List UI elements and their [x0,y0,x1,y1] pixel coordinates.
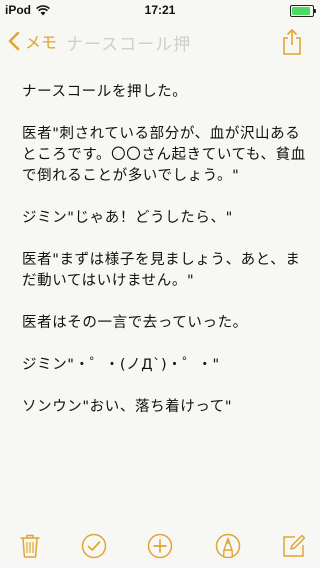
trash-icon [20,534,40,558]
note-paragraph: ソンウン"おい、落ち着けって" [22,399,233,415]
back-label: メモ [25,33,58,52]
nav-bar: ナースコール押 メモ [0,20,320,64]
status-time: 17:21 [144,3,176,17]
note-paragraph: ジミン"じゃあ！どうしたら、" [22,210,233,226]
compose-icon [283,534,306,557]
share-icon [283,29,301,55]
note-paragraph: 医者"刺されている部分が、血が沢山あるところです。〇〇さん起きていても、貧血で倒… [22,126,306,184]
share-button[interactable] [281,28,303,56]
bottom-toolbar [0,524,320,568]
delete-button[interactable] [16,532,44,560]
note-paragraph: ナースコールを押した。 [22,84,188,100]
status-bar: iPod 17:21 [0,0,320,20]
chevron-left-icon [8,31,20,51]
add-button[interactable] [146,532,174,560]
checklist-button[interactable] [80,532,108,560]
checkmark-circle-icon [81,533,107,559]
markup-pen-icon [215,533,241,559]
back-button[interactable]: メモ [8,29,57,53]
note-paragraph: 医者"まずは様子を見ましょう、あと、まだ動いてはいけません。" [22,252,301,289]
compose-button[interactable] [280,532,308,560]
plus-circle-icon [147,533,173,559]
note-body[interactable]: ナースコールを押した。 医者"刺されている部分が、血が沢山あるところです。〇〇さ… [22,82,308,439]
note-paragraph: 医者はその一言で去っていった。 [22,315,248,331]
markup-button[interactable] [214,532,242,560]
battery-icon [290,5,316,17]
nav-faded-title: ナースコール押 [66,35,192,55]
note-paragraph: ジミン"・゜・(ノД`)・゜・" [22,357,220,373]
